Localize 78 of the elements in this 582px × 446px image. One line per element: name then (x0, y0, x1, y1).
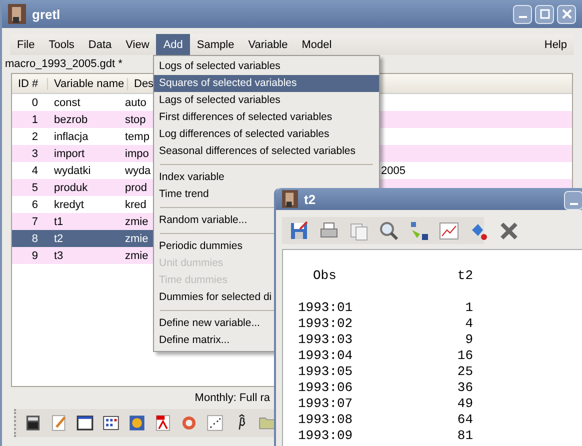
table-cell: kred (125, 198, 146, 210)
column-header: Obs (312, 268, 338, 284)
menu-item[interactable]: First differences of selected variables (154, 109, 334, 126)
date-text: 1993:04 (297, 348, 354, 364)
table-cell[interactable]: 9 (12, 250, 48, 262)
menu-item[interactable]: Data (81, 34, 119, 55)
menu-item[interactable]: Add (156, 34, 190, 55)
menu-item[interactable]: Squares of selected variables (154, 75, 379, 92)
table-cell-text: kredyt (53, 198, 85, 210)
date-text: 1993:07 (297, 396, 354, 412)
date-text: 1993:02 (297, 316, 354, 332)
table-cell: impo (125, 148, 149, 160)
menu-item[interactable]: Dummies for selected di (154, 289, 274, 306)
table-cell[interactable]: 5 (12, 182, 48, 194)
menu-item[interactable]: Logs of selected variables (154, 58, 282, 75)
menu-item[interactable]: Periodic dummies (154, 238, 244, 255)
table-cell-text: wydatki (53, 164, 92, 176)
window-title: t2 (304, 192, 316, 206)
menu-item[interactable]: Variable (241, 34, 295, 55)
value-text: 49 (456, 396, 473, 412)
date-text: 1993:03 (297, 332, 354, 348)
value-text: 25 (456, 364, 473, 380)
table-cell[interactable]: 7 (12, 216, 48, 228)
table-cell: zmie (125, 250, 148, 262)
table-cell: wyda (125, 164, 151, 176)
menu-item[interactable]: Tools (42, 34, 82, 55)
date-text: 1993:08 (297, 412, 354, 428)
table-cell[interactable]: 1 (12, 114, 48, 126)
table-cell-text: const (53, 96, 82, 108)
menu-item[interactable]: Index variable (154, 169, 226, 186)
table-cell: stop (125, 114, 146, 126)
column-header[interactable]: ID # (12, 78, 48, 90)
menu-item[interactable]: Help (537, 34, 574, 55)
column-header[interactable]: Des (128, 78, 154, 90)
menu-item[interactable]: Random variable... (154, 212, 250, 229)
table-cell-text: t1 (53, 216, 64, 228)
table-cell: zmie (125, 216, 148, 228)
table-cell[interactable]: 6 (12, 198, 48, 210)
menu-item[interactable]: View (118, 34, 156, 55)
menu-item[interactable]: Define matrix... (154, 332, 232, 349)
value-text: 4 (464, 316, 473, 332)
value-text: 64 (456, 412, 473, 428)
table-cell-text: import (53, 148, 86, 160)
menu-item[interactable]: Sample (190, 34, 242, 55)
value-text: 36 (456, 380, 473, 396)
menu-item[interactable]: Seasonal differences of selected variables (154, 143, 358, 160)
date-text: 1993:01 (297, 300, 354, 316)
menu-item[interactable]: Define new variable... (154, 315, 262, 332)
table-cell[interactable]: 8 (12, 232, 48, 244)
date-text: 1993:06 (297, 380, 354, 396)
dataset-filename: macro_1993_2005.gdt * (4, 57, 124, 72)
menu-item[interactable]: File (10, 34, 42, 55)
value-text: 81 (456, 428, 473, 444)
table-cell-text: t2 (53, 232, 64, 244)
value-text: 16 (456, 348, 473, 364)
menu-item[interactable]: Time trend (154, 186, 211, 203)
column-header[interactable]: Variable name (48, 78, 128, 90)
date-text: 1993:09 (297, 428, 354, 444)
table-cell[interactable]: 0 (12, 96, 48, 108)
table-cell[interactable]: 2 (12, 130, 48, 142)
table-cell: prod (125, 182, 148, 194)
table-cell: zmie (125, 232, 148, 244)
table-cell[interactable]: 3 (12, 148, 48, 160)
value-text: 1 (464, 300, 473, 316)
table-cell-text: produk (53, 182, 89, 194)
column-header: t2 (456, 268, 473, 284)
table-cell-text: t3 (53, 250, 64, 262)
window-title: gretl (32, 6, 60, 22)
table-cell: auto (125, 96, 146, 108)
status-text: Monthly: Full ra (194, 392, 270, 404)
menu-item[interactable]: Lags of selected variables (154, 92, 282, 109)
date-text: 1993:05 (297, 364, 354, 380)
menu-item[interactable]: Model (294, 34, 339, 55)
table-cell[interactable]: 4 (12, 164, 48, 176)
value-text: 9 (464, 332, 473, 348)
table-cell: temp (125, 130, 150, 142)
menu-item[interactable]: Log differences of selected variables (154, 126, 332, 143)
table-cell: 2005 (381, 164, 406, 176)
